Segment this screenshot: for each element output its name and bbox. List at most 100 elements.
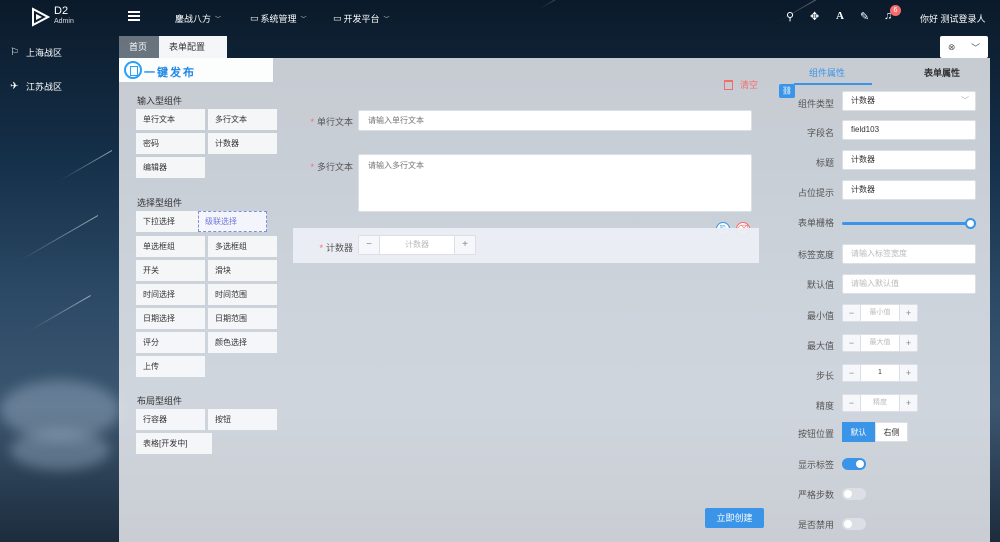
position-right-option[interactable]: 右侧 [875,422,908,442]
component-item[interactable]: 表格[开发中] [136,433,212,454]
min-stepper[interactable]: − 最小值 + [842,304,918,322]
component-item[interactable]: 多选框组 [208,236,277,257]
strict-step-switch[interactable] [842,488,866,500]
precision-value[interactable]: 精度 [860,395,900,411]
tab-form-props[interactable]: 表单属性 [924,66,960,79]
tab-label: 首页 [129,42,148,52]
component-item[interactable]: 评分 [136,332,205,353]
counter-value[interactable]: 计数器 [379,236,455,254]
plus-button[interactable]: + [900,305,917,321]
nav-item-label: 鏖战八方 [175,14,212,24]
minus-button[interactable]: − [843,395,860,411]
prop-label: 占位提示 [797,188,834,198]
tab-control-dropdown[interactable]: ⊗ ﹀ [940,36,988,58]
min-value[interactable]: 最小值 [860,305,900,321]
chevron-down-icon: ﹀ [961,96,969,105]
component-item[interactable]: 时间选择 [136,284,205,305]
component-type-select[interactable]: 计数器 ﹀ [842,91,976,111]
monitor-icon: ▭ [333,13,342,23]
tab-label: 表单配置 [169,42,206,52]
step-stepper[interactable]: − 1 + [842,364,918,382]
field-name-input[interactable]: field103 [842,120,976,140]
nav-item-2[interactable]: ▭ 系统管理 ﹀ [250,12,307,25]
minus-button[interactable]: − [843,305,860,321]
clear-label: 清空 [740,80,759,90]
prop-label: 组件类型 [797,99,834,109]
tab-form-config[interactable]: 表单配置 ✕ [159,36,227,74]
search-icon[interactable]: ⚲ [786,10,794,23]
brand-bar: 一键发布 [119,58,273,82]
theme-icon[interactable]: ✎ [860,10,869,23]
link-icon[interactable]: ⛓ [779,84,795,98]
prop-label: 标签宽度 [797,250,834,260]
max-stepper[interactable]: − 最大值 + [842,334,918,352]
plus-button[interactable]: + [900,335,917,351]
prop-label: 最小值 [806,311,834,321]
component-item[interactable]: 单选框组 [136,236,205,257]
multi-line-input[interactable] [358,154,752,212]
component-item[interactable]: 颜色选择 [208,332,277,353]
grid-slider[interactable] [842,218,976,230]
component-item[interactable]: 编辑器 [136,157,205,178]
fullscreen-icon[interactable]: ✥ [810,10,819,23]
chevron-down-icon: ﹀ [300,17,307,23]
brand-title: 一键发布 [144,67,196,79]
plus-button[interactable]: + [455,236,475,254]
prop-label: 标题 [815,158,834,168]
precision-stepper[interactable]: − 精度 + [842,394,918,412]
logo[interactable]: D2 Admin [30,6,110,28]
clear-button[interactable]: 清空 [724,78,758,91]
group-title: 布局型组件 [137,396,183,406]
plus-button[interactable]: + [900,365,917,381]
component-item[interactable]: 时间范围 [208,284,277,305]
prop-label: 默认值 [806,280,834,290]
nav-item-1[interactable]: 鏖战八方 ﹀ [175,12,221,25]
default-value-input[interactable]: 请输入默认值 [842,274,976,294]
field-label: * 单行文本 [310,117,353,127]
minus-button[interactable]: − [843,365,860,381]
form-builder: 一键发布 输入型组件 单行文本 多行文本 密码 计数器 编辑器 选择型组件 下拉… [119,58,990,542]
create-button[interactable]: 立即创建 [705,508,764,528]
show-label-switch[interactable] [842,458,866,470]
active-tab-indicator [794,83,872,85]
component-item[interactable]: 滑块 [208,260,277,281]
component-item[interactable]: 密码 [136,133,205,154]
plus-button[interactable]: + [900,395,917,411]
component-item[interactable]: 日期范围 [208,308,277,329]
slider-knob[interactable] [965,218,976,229]
d2-logo-icon [32,7,50,27]
tab-home[interactable]: 首页 [119,36,159,58]
component-item[interactable]: 上传 [136,356,205,377]
component-item[interactable]: 按钮 [208,409,277,430]
tab-component-props[interactable]: 组件属性 [809,66,845,79]
component-item[interactable]: 日期选择 [136,308,205,329]
component-item[interactable]: 单行文本 [136,109,205,130]
prop-label: 最大值 [806,341,834,351]
component-item-dragging[interactable]: 级联选择 [198,211,267,232]
component-item[interactable]: 开关 [136,260,205,281]
user-greeting[interactable]: 你好 测试登录人 [920,12,986,25]
sidebar-item-shanghai[interactable]: ⚐ 上海战区 [10,46,62,59]
button-position-toggle: 默认 右侧 [842,422,908,442]
max-value[interactable]: 最大值 [860,335,900,351]
position-default-option[interactable]: 默认 [842,422,875,442]
minus-button[interactable]: − [359,236,379,254]
prop-label: 字段名 [806,128,834,138]
component-item[interactable]: 行容器 [136,409,205,430]
placeholder-input[interactable]: 计数器 [842,180,976,200]
single-line-input[interactable] [358,110,752,131]
disabled-switch[interactable] [842,518,866,530]
menu-toggle-icon[interactable] [128,11,140,21]
step-value[interactable]: 1 [860,365,900,381]
component-item[interactable]: 下拉选择 [136,211,205,232]
nav-item-3[interactable]: ▭ 开发平台 ﹀ [333,12,390,25]
title-input[interactable]: 计数器 [842,150,976,170]
minus-button[interactable]: − [843,335,860,351]
font-size-icon[interactable]: A [836,10,844,22]
counter-stepper[interactable]: − 计数器 + [358,235,476,255]
component-item[interactable]: 多行文本 [208,109,277,130]
component-item[interactable]: 计数器 [208,133,277,154]
trash-icon [724,79,733,90]
sidebar-item-jiangsu[interactable]: ✈ 江苏战区 [10,80,62,93]
label-width-input[interactable]: 请输入标签宽度 [842,244,976,264]
